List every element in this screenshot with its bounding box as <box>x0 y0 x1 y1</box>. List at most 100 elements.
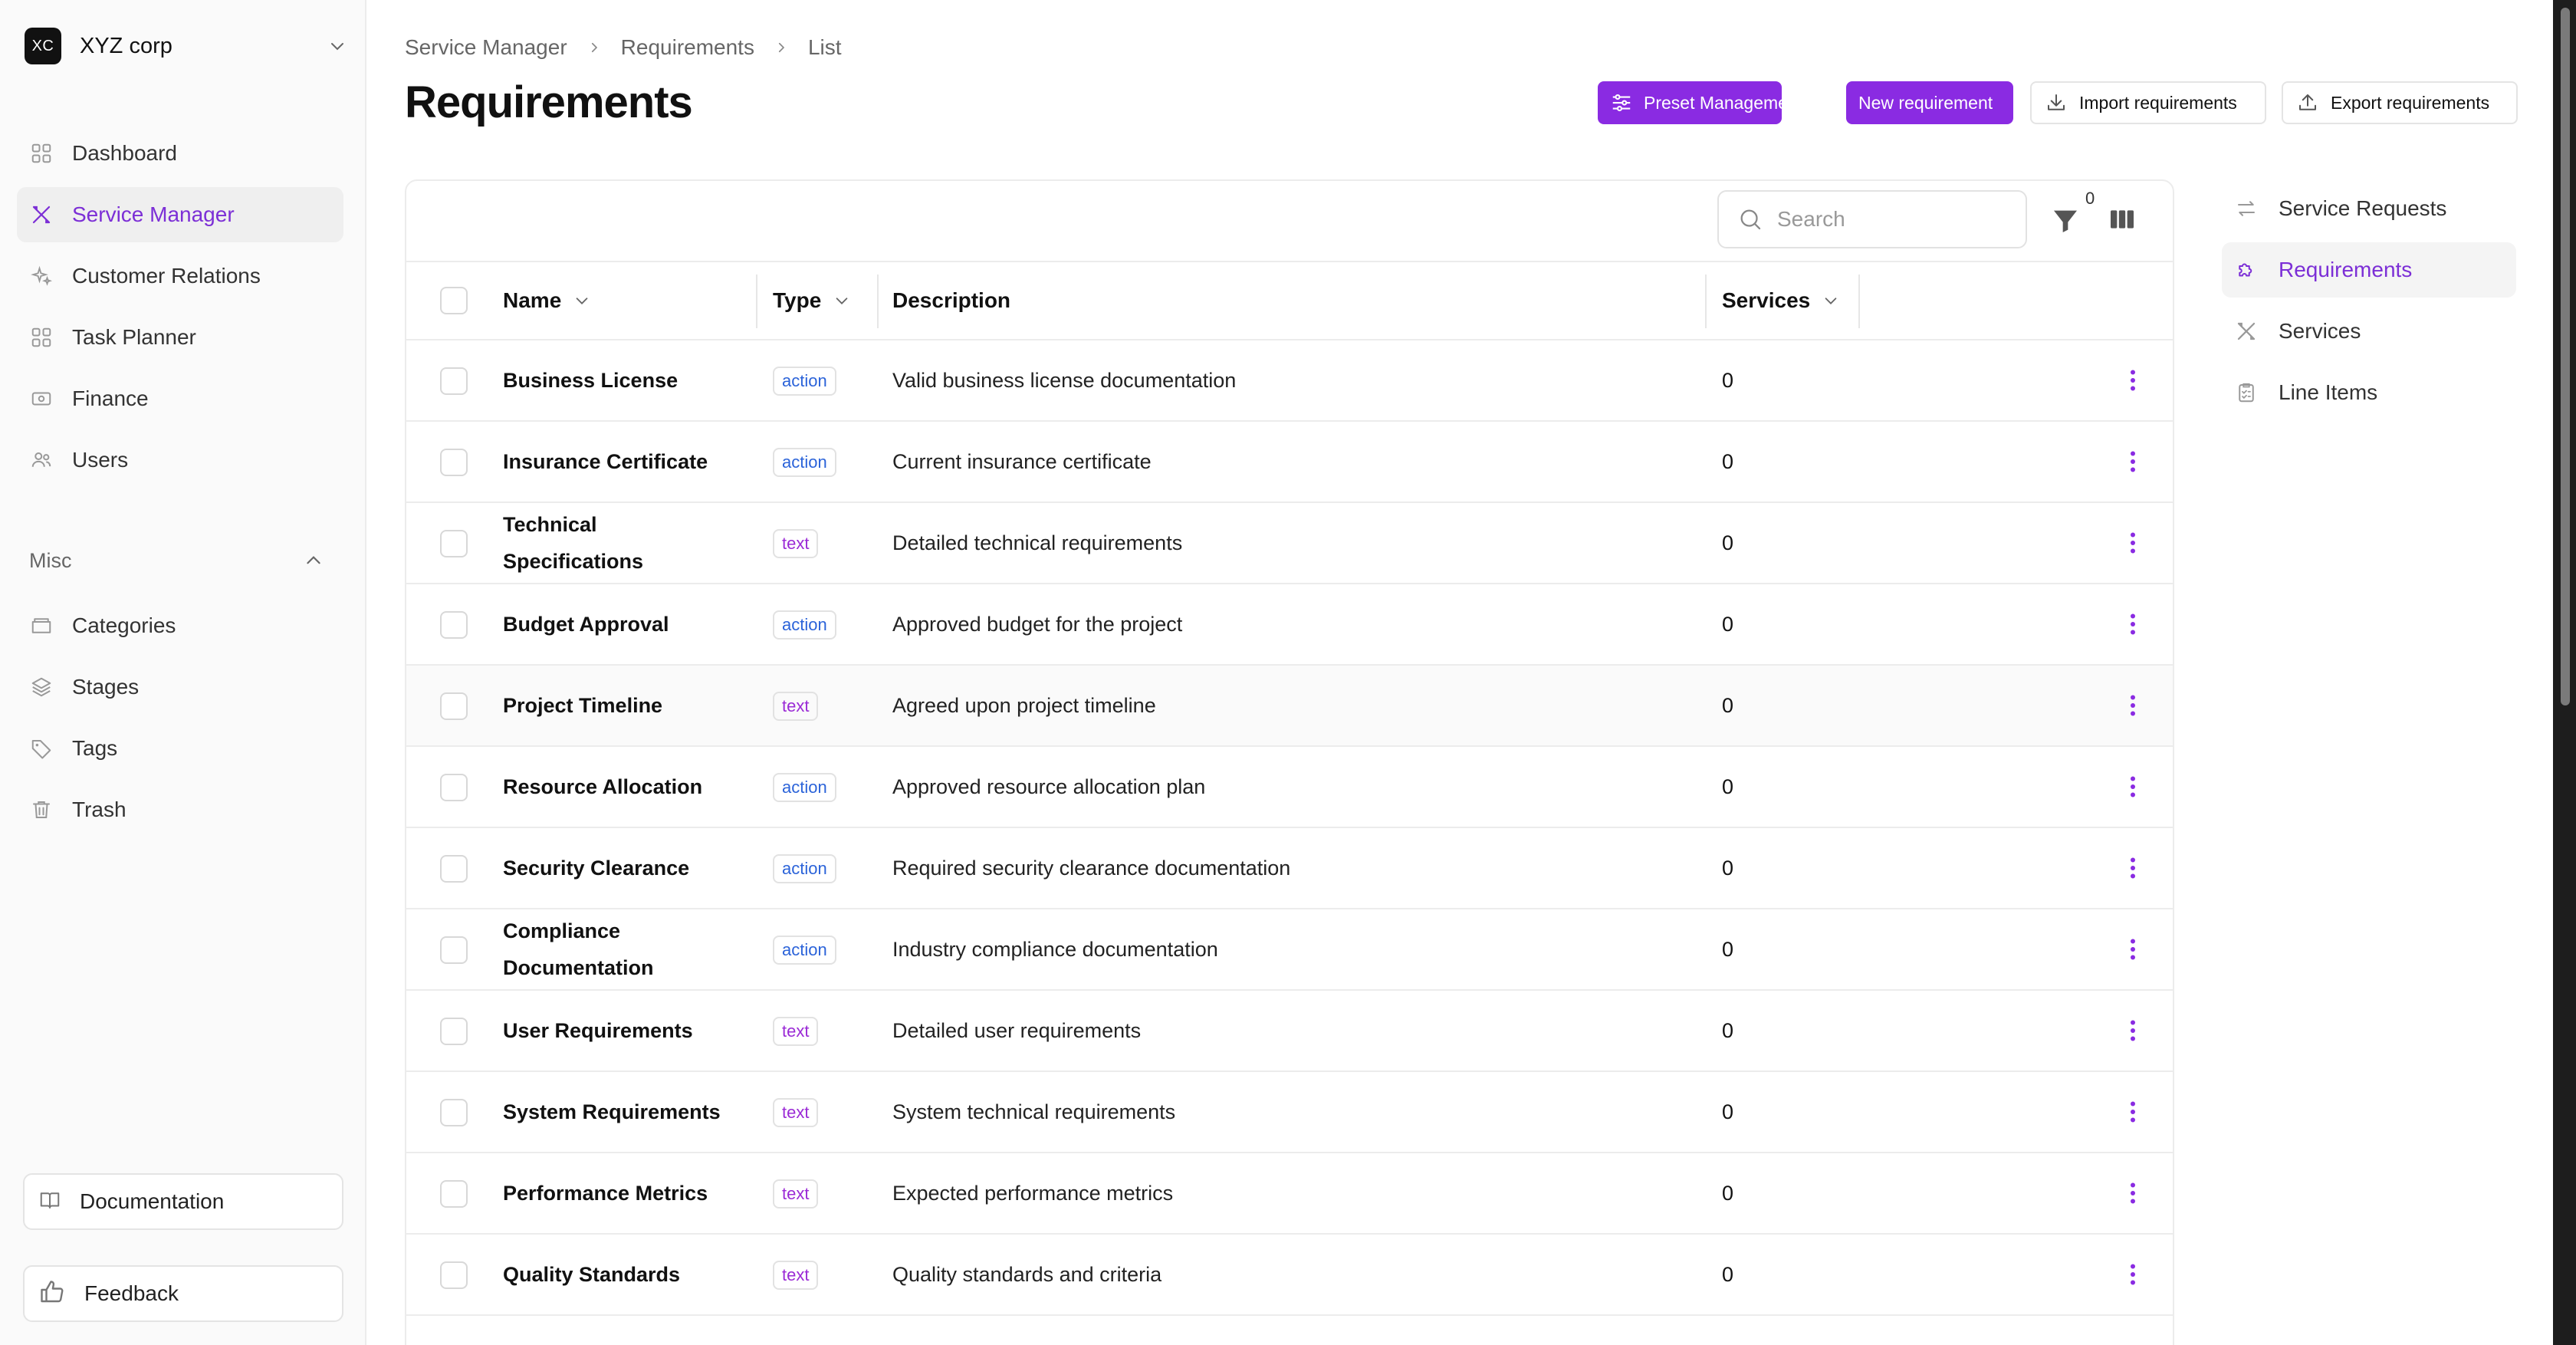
sidebar-item-task-planner[interactable]: Task Planner <box>17 310 343 365</box>
users-icon <box>29 448 54 472</box>
sidebar-item-stages[interactable]: Stages <box>17 659 343 715</box>
more-vertical-icon[interactable] <box>2119 773 2147 801</box>
row-checkbox[interactable] <box>440 367 468 395</box>
select-all-checkbox-cell <box>440 262 468 339</box>
column-divider[interactable] <box>756 275 757 328</box>
table-row[interactable]: Project Timeline text Agreed upon project … <box>406 666 2173 747</box>
table-row[interactable]: Compliance Documentation action Industry c… <box>406 909 2173 991</box>
row-checkbox[interactable] <box>440 449 468 476</box>
new-requirement-button[interactable]: New requirement <box>1846 81 2013 124</box>
more-vertical-icon[interactable] <box>2119 529 2147 557</box>
row-checkbox[interactable] <box>440 1099 468 1126</box>
column-divider[interactable] <box>1858 275 1860 328</box>
type-cell: text <box>773 1261 819 1290</box>
table-row[interactable]: Security Clearance action Required securit… <box>406 828 2173 909</box>
breadcrumb-service-manager[interactable]: Service Manager <box>405 35 567 60</box>
table-row[interactable]: Budget Approval action Approved budget for… <box>406 584 2173 666</box>
export-requirements-button[interactable]: Export requirements <box>2282 81 2518 124</box>
subnav-item-services[interactable]: Services <box>2222 304 2516 359</box>
requirement-name[interactable]: Business License <box>503 340 725 420</box>
sidebar-item-service-manager[interactable]: Service Manager <box>17 187 343 242</box>
more-vertical-icon[interactable] <box>2119 1017 2147 1044</box>
column-header-description[interactable]: Description <box>892 262 1010 339</box>
type-badge: text <box>773 1098 819 1127</box>
subnav-item-line-items[interactable]: Line Items <box>2222 365 2516 420</box>
more-vertical-icon[interactable] <box>2119 448 2147 475</box>
requirement-description: Expected performance metrics <box>892 1181 1174 1205</box>
chevron-down-icon <box>1825 298 1837 304</box>
scrollbar-thumb[interactable] <box>2561 8 2570 705</box>
requirement-name[interactable]: Resource Allocation <box>503 747 725 827</box>
more-vertical-icon[interactable] <box>2119 854 2147 882</box>
row-checkbox[interactable] <box>440 1180 468 1208</box>
import-requirements-button[interactable]: Import requirements <box>2030 81 2266 124</box>
more-vertical-icon[interactable] <box>2119 367 2147 394</box>
column-header-services[interactable]: Services <box>1722 262 1839 339</box>
sidebar-item-categories[interactable]: Categories <box>17 598 343 653</box>
column-header-name[interactable]: Name <box>503 262 590 339</box>
documentation-button[interactable]: Documentation <box>23 1173 343 1230</box>
requirement-name[interactable]: Quality Standards <box>503 1235 725 1314</box>
type-badge: action <box>773 448 836 477</box>
subnav-item-service-requests[interactable]: Service Requests <box>2222 181 2516 236</box>
preset-management-button[interactable]: Preset Management <box>1598 81 1802 124</box>
row-checkbox[interactable] <box>440 692 468 720</box>
type-badge: text <box>773 1261 819 1290</box>
requirement-name[interactable]: Project Timeline <box>503 666 725 745</box>
column-header-type[interactable]: Type <box>773 262 850 339</box>
type-badge: action <box>773 936 836 965</box>
sidebar-item-trash[interactable]: Trash <box>17 782 343 837</box>
column-divider[interactable] <box>877 275 879 328</box>
requirement-name[interactable]: Technical Specifications <box>503 503 725 583</box>
table-row[interactable]: System Requirements text System technical … <box>406 1072 2173 1153</box>
sidebar-item-tags[interactable]: Tags <box>17 721 343 776</box>
org-switcher[interactable]: XC XYZ corp <box>25 28 347 64</box>
table-row[interactable]: Business License action Valid business lic… <box>406 340 2173 422</box>
type-cell: action <box>773 854 836 883</box>
row-checkbox[interactable] <box>440 1261 468 1289</box>
more-vertical-icon[interactable] <box>2119 1098 2147 1126</box>
requirement-name[interactable]: Performance Metrics <box>503 1153 725 1233</box>
more-vertical-icon[interactable] <box>2119 1179 2147 1207</box>
column-divider[interactable] <box>1705 275 1707 328</box>
requirements-table: 0 Name Type Description Services <box>405 179 2174 1345</box>
sidebar-item-dashboard[interactable]: Dashboard <box>17 126 343 181</box>
row-checkbox[interactable] <box>440 774 468 801</box>
feedback-button[interactable]: Feedback <box>23 1265 343 1322</box>
breadcrumb-requirements[interactable]: Requirements <box>621 35 754 60</box>
select-all-checkbox[interactable] <box>440 287 468 314</box>
type-badge: text <box>773 692 819 721</box>
columns-icon[interactable] <box>2107 204 2137 235</box>
table-row[interactable]: Insurance Certificate action Current insur… <box>406 422 2173 503</box>
row-checkbox[interactable] <box>440 1018 468 1045</box>
requirement-name[interactable]: System Requirements <box>503 1072 725 1152</box>
more-vertical-icon[interactable] <box>2119 692 2147 719</box>
sidebar-item-users[interactable]: Users <box>17 432 343 488</box>
more-vertical-icon[interactable] <box>2119 936 2147 963</box>
requirement-name[interactable]: Security Clearance <box>503 828 725 908</box>
page-title: Requirements <box>405 77 693 127</box>
row-checkbox[interactable] <box>440 530 468 557</box>
filter-icon[interactable] <box>2050 204 2081 238</box>
requirement-name[interactable]: User Requirements <box>503 991 725 1070</box>
table-row[interactable]: Resource Allocation action Approved resour… <box>406 747 2173 828</box>
requirement-name[interactable]: Insurance Certificate <box>503 422 725 501</box>
sidebar-item-customer-relations[interactable]: Customer Relations <box>17 248 343 304</box>
row-checkbox[interactable] <box>440 936 468 964</box>
services-count: 0 <box>1722 856 1734 880</box>
requirement-name[interactable]: Compliance Documentation <box>503 909 725 989</box>
search-input[interactable] <box>1777 207 2007 232</box>
subnav-item-requirements[interactable]: Requirements <box>2222 242 2516 298</box>
table-row[interactable]: Quality Standards text Quality standards a… <box>406 1235 2173 1316</box>
row-checkbox[interactable] <box>440 855 468 883</box>
filter-count-badge: 0 <box>2085 189 2095 208</box>
requirement-name[interactable]: Budget Approval <box>503 584 725 664</box>
more-vertical-icon[interactable] <box>2119 1261 2147 1288</box>
table-row[interactable]: User Requirements text Detailed user requi… <box>406 991 2173 1072</box>
table-row[interactable]: Technical Specifications text Detailed tec… <box>406 503 2173 584</box>
sidebar-item-finance[interactable]: Finance <box>17 371 343 426</box>
chevron-up-icon[interactable] <box>304 551 324 571</box>
table-row[interactable]: Performance Metrics text Expected performa… <box>406 1153 2173 1235</box>
more-vertical-icon[interactable] <box>2119 610 2147 638</box>
row-checkbox[interactable] <box>440 611 468 639</box>
